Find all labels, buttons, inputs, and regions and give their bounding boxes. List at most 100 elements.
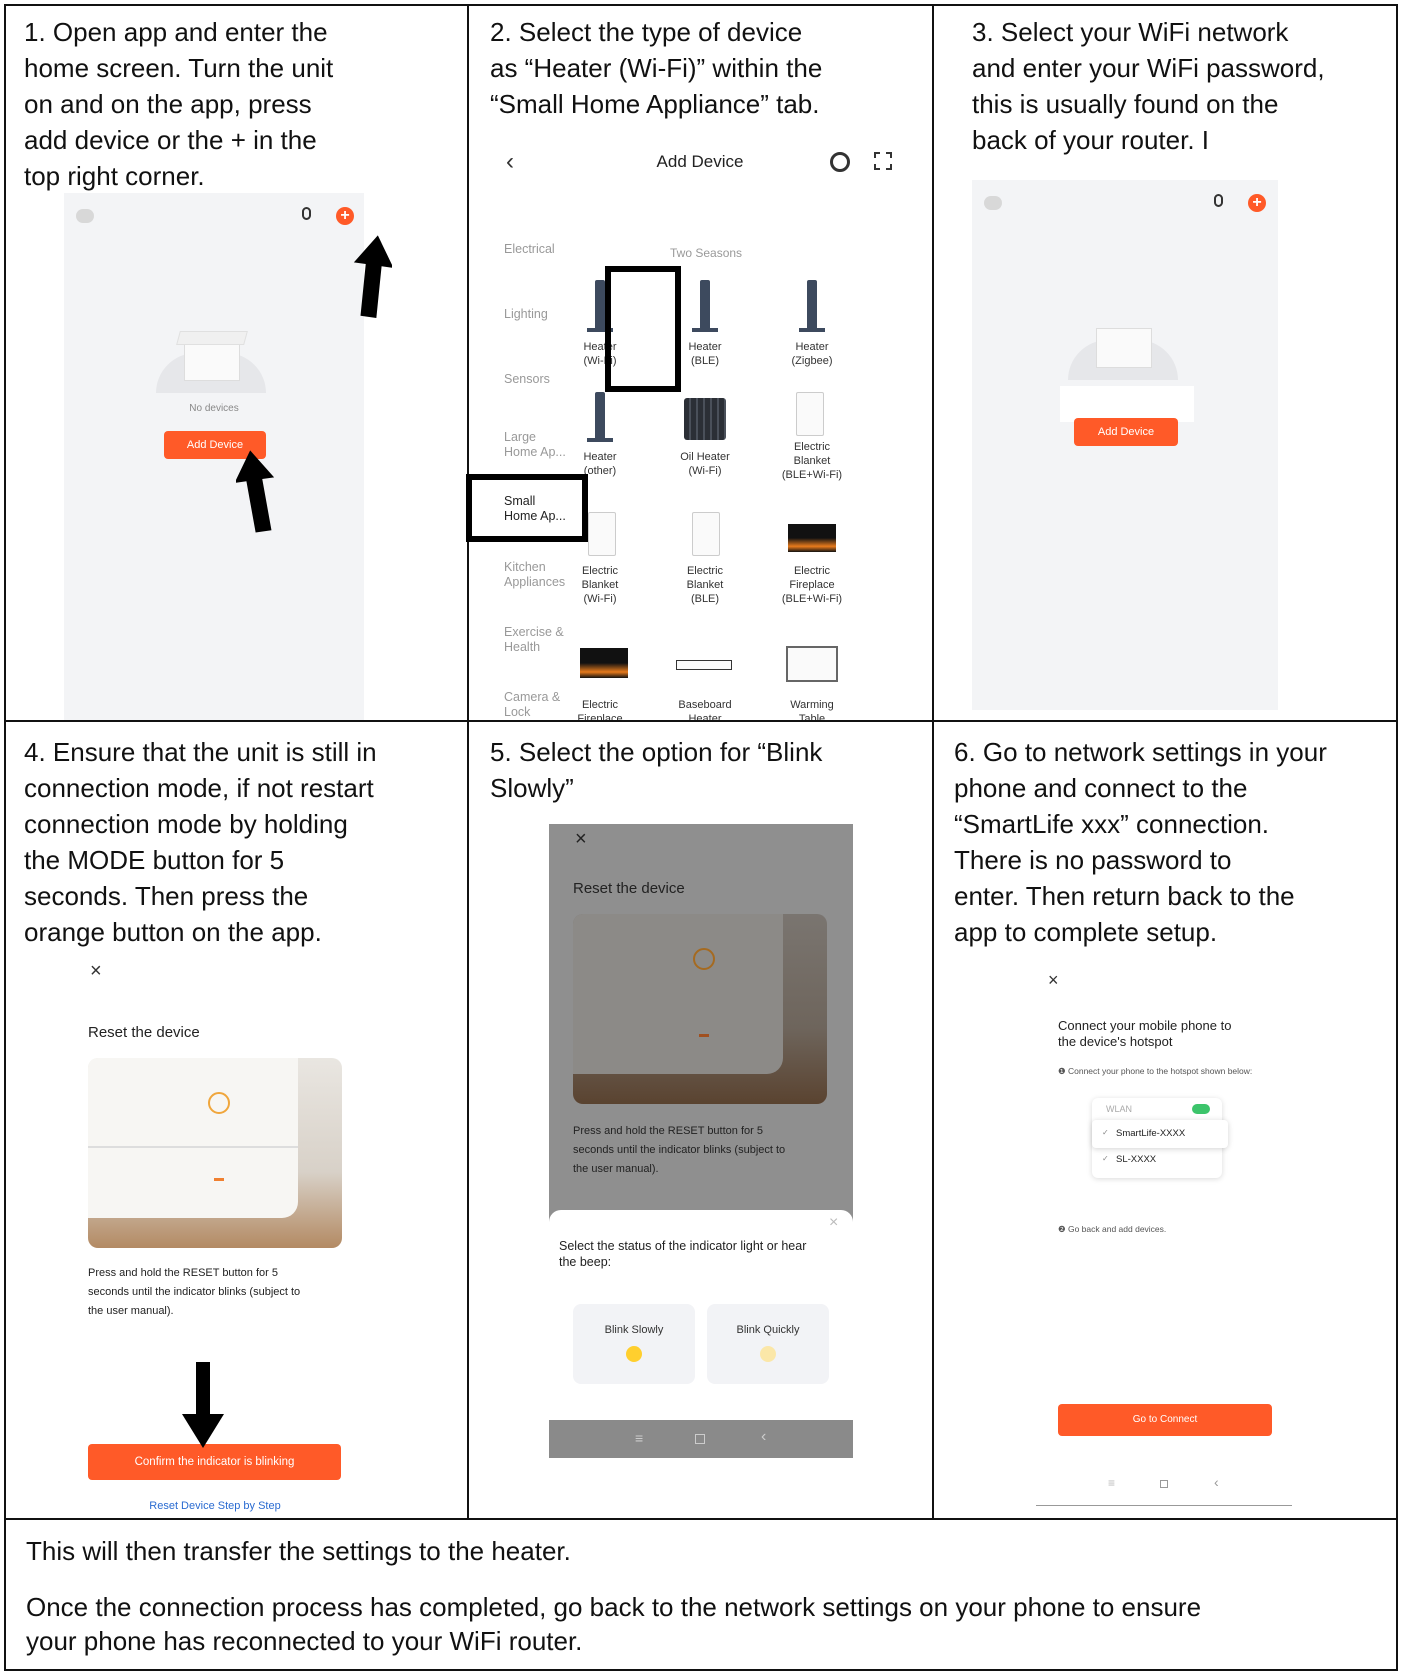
screen-home-wifi: + Add Device bbox=[972, 180, 1278, 710]
menu-icon[interactable]: ≡ bbox=[1108, 1476, 1115, 1490]
power-icon bbox=[208, 1092, 230, 1114]
status-bottom-sheet: × Select the status of the indicator lig… bbox=[549, 1210, 853, 1420]
brand-label: Two Seasons bbox=[670, 246, 743, 260]
category-exercise[interactable]: Exercise & Health bbox=[504, 625, 564, 655]
back-icon[interactable]: ‹ bbox=[761, 1428, 766, 1446]
step-3-text: 3. Select your WiFi network and enter yo… bbox=[972, 17, 1325, 155]
close-icon[interactable]: × bbox=[1048, 970, 1059, 991]
electric-blanket-icon bbox=[588, 512, 616, 556]
scan-nearby-icon[interactable] bbox=[830, 152, 850, 172]
divider bbox=[932, 4, 934, 1520]
sheet-title: Select the status of the indicator light… bbox=[559, 1239, 807, 1269]
fireplace-icon bbox=[788, 524, 836, 552]
instruction-text: Press and hold the RESET button for 5 se… bbox=[88, 1267, 301, 1317]
close-icon[interactable]: × bbox=[829, 1214, 838, 1232]
network-item[interactable]: ✓ SL-XXXX bbox=[1092, 1148, 1228, 1172]
microphone-icon bbox=[302, 207, 311, 220]
device-electric-fireplace-ble-wifi[interactable]: Electric Fireplace (BLE+Wi-Fi) bbox=[767, 564, 857, 606]
screen-title: Reset the device bbox=[88, 1024, 200, 1041]
step-2-text: 2. Select the type of device as “Heater … bbox=[490, 17, 823, 119]
step-6-text: 6. Go to network settings in your phone … bbox=[954, 737, 1327, 947]
device-oil-heater[interactable]: Oil Heater (Wi-Fi) bbox=[665, 450, 745, 478]
oil-heater-icon bbox=[684, 398, 726, 440]
power-icon bbox=[693, 948, 715, 970]
electric-blanket-icon bbox=[692, 512, 720, 556]
device-electric-blanket-wifi[interactable]: Electric Blanket (Wi-Fi) bbox=[560, 564, 640, 606]
heater-base bbox=[799, 328, 825, 332]
device-electric-blanket-ble-wifi[interactable]: Electric Blanket (BLE+Wi-Fi) bbox=[767, 440, 857, 482]
footer-line-1: This will then transfer the settings to … bbox=[26, 1536, 571, 1566]
screen-select-status: × Reset the device Press and hold the RE… bbox=[549, 824, 853, 1458]
device-electric-fireplace[interactable]: Electric Fireplace bbox=[560, 698, 640, 720]
screen-title: Reset the device bbox=[573, 880, 685, 897]
empty-box-illustration bbox=[1068, 300, 1178, 380]
wlan-label: WLAN bbox=[1106, 1104, 1133, 1114]
blink-slowly-option[interactable]: Blink Slowly bbox=[573, 1304, 695, 1384]
hint-text: ❷ Go back and add devices. bbox=[1058, 1224, 1167, 1234]
add-plus-icon[interactable]: + bbox=[336, 207, 354, 225]
home-icon[interactable] bbox=[1160, 1480, 1168, 1488]
heater-base bbox=[587, 438, 613, 442]
add-plus-icon[interactable]: + bbox=[1248, 194, 1266, 212]
android-nav-bar: ≡ ‹ bbox=[549, 1420, 853, 1458]
heater-base bbox=[692, 328, 718, 332]
avatar-icon bbox=[76, 209, 94, 223]
check-icon: ✓ bbox=[1102, 1154, 1109, 1163]
category-electrical[interactable]: Electrical bbox=[504, 242, 555, 257]
qr-scan-icon[interactable] bbox=[874, 152, 892, 170]
step-1-text: 1. Open app and enter the home screen. T… bbox=[24, 17, 334, 191]
instruction-text: Press and hold the RESET button for 5 se… bbox=[573, 1125, 786, 1175]
home-icon[interactable] bbox=[695, 1434, 705, 1444]
close-icon[interactable]: × bbox=[90, 960, 102, 983]
device-photo bbox=[573, 914, 827, 1104]
device-warming-table[interactable]: Warming Table bbox=[767, 698, 857, 720]
category-large-home[interactable]: Large Home Ap... bbox=[504, 430, 566, 460]
screen-connect-hotspot: × Connect your mobile phone to the devic… bbox=[1034, 970, 1294, 1508]
go-to-connect-button[interactable]: Go to Connect bbox=[1058, 1404, 1272, 1436]
no-devices-text: No devices bbox=[189, 403, 239, 414]
arrow-up-icon bbox=[353, 235, 392, 319]
screen-reset-device: × Reset the device Press and hold the RE… bbox=[70, 960, 450, 1516]
back-icon[interactable]: ‹ bbox=[1214, 1474, 1219, 1490]
step-5-text: 5. Select the option for “Blink Slowly” bbox=[490, 737, 823, 803]
heater-other-icon bbox=[595, 392, 605, 440]
add-device-button[interactable]: Add Device bbox=[1074, 418, 1178, 446]
device-electric-blanket-ble[interactable]: Electric Blanket (BLE) bbox=[665, 564, 745, 606]
heater-ble-icon bbox=[700, 280, 710, 330]
blink-quickly-option[interactable]: Blink Quickly bbox=[707, 1304, 829, 1384]
heater-wifi-icon bbox=[595, 280, 605, 330]
empty-box-illustration bbox=[156, 313, 266, 393]
reset-step-link[interactable]: Reset Device Step by Step bbox=[70, 1500, 360, 1512]
divider bbox=[4, 720, 1398, 722]
highlight-heater-wifi bbox=[605, 266, 681, 392]
device-heater-zigbee[interactable]: Heater (Zigbee) bbox=[772, 340, 852, 368]
android-nav-bar: ≡ ‹ bbox=[1036, 1470, 1292, 1506]
warming-table-icon bbox=[786, 646, 838, 682]
microphone-icon bbox=[1214, 194, 1223, 207]
category-sensors[interactable]: Sensors bbox=[504, 372, 550, 387]
arrow-up-icon bbox=[236, 450, 275, 533]
avatar-icon bbox=[984, 196, 1002, 210]
category-camera[interactable]: Camera & Lock bbox=[504, 690, 560, 720]
network-name: SL-XXXX bbox=[1116, 1154, 1157, 1165]
option-label: Blink Quickly bbox=[736, 1324, 800, 1336]
network-name: SmartLife-XXXX bbox=[1116, 1128, 1186, 1139]
menu-icon[interactable]: ≡ bbox=[635, 1430, 643, 1446]
fireplace-icon bbox=[580, 648, 628, 678]
bulb-dim-icon bbox=[760, 1346, 776, 1362]
screen-add-device: ‹ Add Device Electrical Lighting Sensors… bbox=[470, 130, 930, 720]
device-baseboard-heater[interactable]: Baseboard Heater bbox=[665, 698, 745, 720]
divider bbox=[4, 1518, 1398, 1520]
baseboard-heater-icon bbox=[676, 660, 732, 670]
heater-zigbee-icon bbox=[807, 280, 817, 330]
network-item[interactable]: ✓ SmartLife-XXXX bbox=[1092, 1120, 1228, 1148]
device-photo bbox=[88, 1058, 342, 1248]
category-lighting[interactable]: Lighting bbox=[504, 307, 548, 322]
wlan-card: WLAN ✓ SmartLife-XXXX ✓ SL-XXXX bbox=[1092, 1098, 1228, 1178]
check-icon: ✓ bbox=[1102, 1128, 1109, 1137]
confirm-blinking-button[interactable]: Confirm the indicator is blinking bbox=[88, 1444, 341, 1480]
close-icon[interactable]: × bbox=[575, 828, 587, 851]
category-kitchen[interactable]: Kitchen Appliances bbox=[504, 560, 565, 590]
bulb-lit-icon bbox=[626, 1346, 642, 1362]
step-4-text: 4. Ensure that the unit is still in conn… bbox=[24, 737, 377, 947]
